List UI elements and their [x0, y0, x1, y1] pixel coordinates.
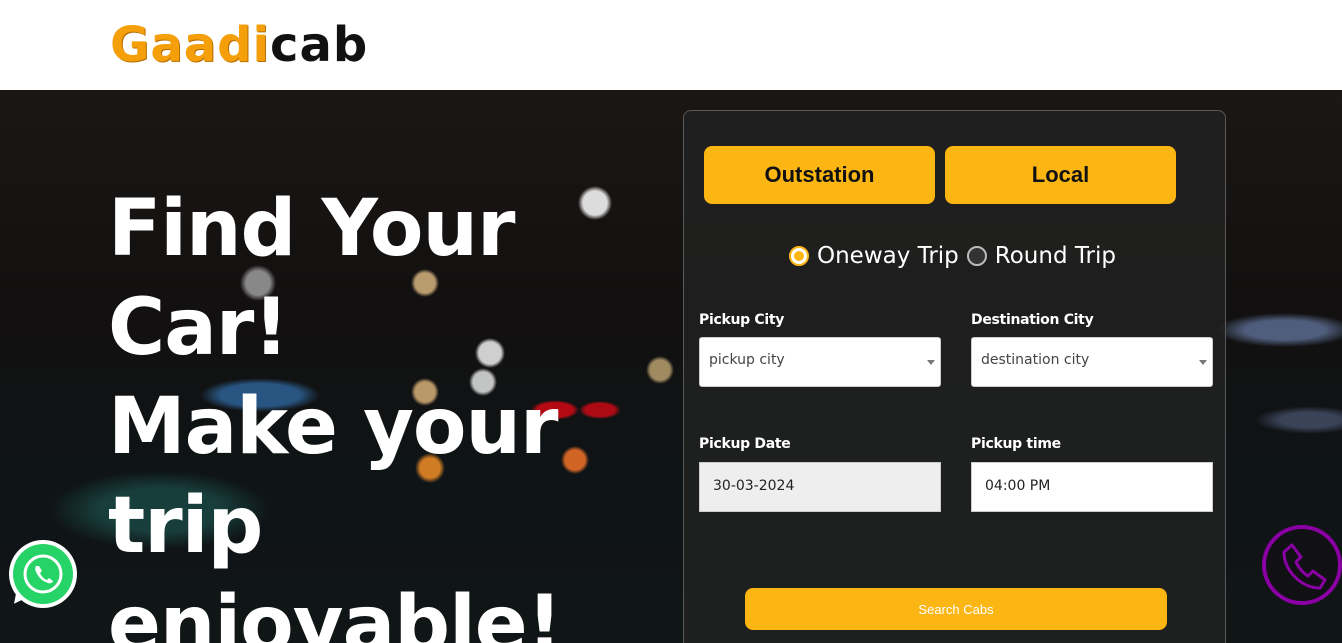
round-trip-radio[interactable] — [966, 246, 987, 266]
booking-panel: Outstation Local Oneway Trip Round Trip … — [683, 110, 1226, 643]
hero-line-3: Make your — [108, 382, 559, 472]
pickup-city-label: Pickup City — [699, 312, 785, 328]
trip-type-group: Oneway Trip Round Trip — [789, 243, 1124, 269]
pickup-city-select[interactable]: pickup city — [699, 337, 941, 387]
hero-section: Find Your Car! Make your trip enjoyable!… — [0, 90, 1342, 643]
hero-line-5: enjoyable! — [108, 580, 562, 643]
whatsapp-icon — [13, 544, 73, 604]
round-trip-label[interactable]: Round Trip — [995, 243, 1116, 269]
destination-city-label: Destination City — [971, 312, 1094, 328]
tab-outstation[interactable]: Outstation — [704, 146, 935, 204]
whatsapp-button[interactable] — [7, 540, 77, 610]
hero-line-1: Find Your — [108, 184, 515, 274]
pickup-city-placeholder: pickup city — [709, 352, 785, 368]
chevron-down-icon — [927, 360, 935, 365]
whatsapp-glyph — [23, 554, 63, 594]
call-button[interactable] — [1262, 525, 1342, 605]
search-cabs-button[interactable]: Search Cabs — [745, 588, 1167, 630]
destination-city-select[interactable]: destination city — [971, 337, 1213, 387]
phone-icon — [1282, 543, 1327, 590]
oneway-trip-radio[interactable] — [789, 246, 809, 266]
chevron-down-icon — [1199, 360, 1207, 365]
logo-part-gaadi: Gaadi — [110, 17, 270, 73]
hero-line-4: trip — [108, 481, 263, 571]
oneway-trip-label[interactable]: Oneway Trip — [817, 243, 959, 269]
hero-headline: Find Your Car! Make your trip enjoyable! — [108, 180, 608, 643]
site-header: Gaadicab — [0, 0, 1342, 90]
logo-part-cab: cab — [270, 17, 369, 73]
hero-line-2: Car! — [108, 283, 289, 373]
pickup-time-label: Pickup time — [971, 436, 1061, 452]
pickup-date-label: Pickup Date — [699, 436, 791, 452]
pickup-date-input[interactable]: 30-03-2024 — [699, 462, 941, 512]
destination-city-placeholder: destination city — [981, 352, 1090, 368]
tab-local[interactable]: Local — [945, 146, 1176, 204]
brand-logo[interactable]: Gaadicab — [110, 18, 368, 72]
pickup-time-input[interactable]: 04:00 PM — [971, 462, 1213, 512]
